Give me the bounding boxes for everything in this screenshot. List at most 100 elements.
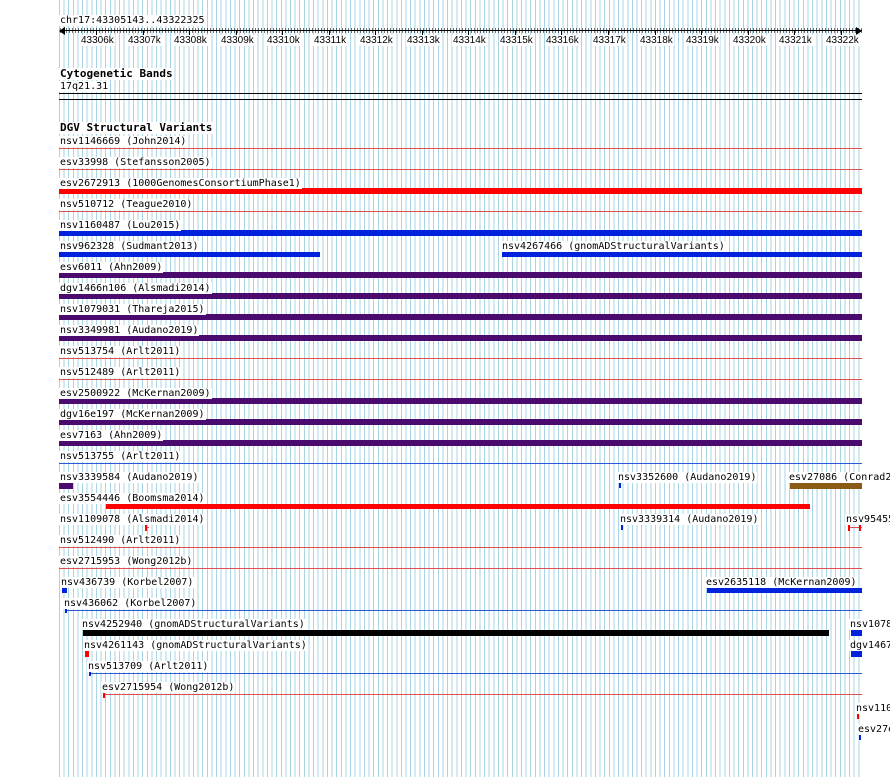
- variant-label[interactable]: nsv1079031 (Thareja2015): [59, 304, 206, 315]
- variant-label[interactable]: esv2715954 (Wong2012b): [101, 682, 236, 693]
- ruler-tick-label: 43320k: [732, 35, 767, 46]
- ruler-tick-label: 43318k: [639, 35, 674, 46]
- variant-label[interactable]: nsv4252940 (gnomADStructuralVariants): [81, 619, 306, 630]
- row-separator: [89, 673, 862, 674]
- variant-bar-gain[interactable]: [851, 651, 862, 657]
- variant-bar-gain[interactable]: [59, 252, 320, 257]
- ruler-tick-label: 43321k: [778, 35, 813, 46]
- variant-label[interactable]: nsv1160487 (Lou2015): [59, 220, 182, 231]
- variant-label[interactable]: nsv513754 (Arlt2011): [59, 346, 182, 357]
- ruler-tick-mark: [236, 31, 237, 35]
- variant-bar-complex[interactable]: [790, 483, 862, 489]
- genome-browser-view: chr17:43305143..43322325 43306k 43307k 4…: [0, 0, 890, 777]
- ruler-tick-label: 43312k: [359, 35, 394, 46]
- ruler-tick-label: 43311k: [313, 35, 348, 46]
- variant-label[interactable]: esv27086 (Conrad2: [788, 472, 890, 483]
- position-label: chr17:43305143..43322325: [59, 15, 206, 26]
- ruler-tick-mark: [794, 31, 795, 35]
- variant-label[interactable]: nsv3349981 (Audano2019): [59, 325, 200, 336]
- variant-label[interactable]: nsv512490 (Arlt2011): [59, 535, 182, 546]
- variant-bar-gain[interactable]: [619, 483, 621, 488]
- cytoband-label[interactable]: 17q21.31: [59, 81, 110, 92]
- variant-bar-loss[interactable]: [145, 524, 147, 531]
- ruler-tick-label: 43316k: [545, 35, 580, 46]
- variant-bar-gain[interactable]: [502, 252, 862, 257]
- ruler-tick-mark: [608, 31, 609, 35]
- ruler-tick-mark: [329, 31, 330, 35]
- variant-label[interactable]: esv7163 (Ahn2009): [59, 430, 164, 441]
- row-separator: [59, 463, 862, 464]
- variant-label[interactable]: esv33998 (Stefansson2005): [59, 157, 212, 168]
- row-separator: [59, 547, 862, 548]
- variant-label[interactable]: nsv512489 (Arlt2011): [59, 367, 182, 378]
- ruler-tick-mark: [561, 31, 562, 35]
- row-separator: [59, 358, 862, 359]
- variant-bar-both[interactable]: [59, 440, 862, 446]
- variant-label[interactable]: esv2500922 (McKernan2009): [59, 388, 212, 399]
- variant-bar-loss[interactable]: [848, 524, 850, 531]
- ruler-tick-mark: [748, 31, 749, 35]
- ruler-tick-mark: [468, 31, 469, 35]
- variant-label[interactable]: esv2715953 (Wong2012b): [59, 556, 194, 567]
- ruler-tick-mark: [282, 31, 283, 35]
- variant-label[interactable]: nsv962328 (Sudmant2013): [59, 241, 200, 252]
- ruler-line: [60, 30, 862, 31]
- cytoband-band-top: [59, 93, 862, 94]
- ruler-tick-label: 43313k: [406, 35, 441, 46]
- ruler-right-arrow-icon: [856, 27, 862, 35]
- ruler-tick-label: 43310k: [266, 35, 301, 46]
- ruler-tick-mark: [701, 31, 702, 35]
- variant-bar-gain[interactable]: [707, 588, 862, 593]
- variant-bar-gain[interactable]: [62, 588, 67, 593]
- variant-bar-both[interactable]: [59, 483, 73, 489]
- variant-label[interactable]: dgv1466n106 (Alsmadi2014): [59, 283, 212, 294]
- variant-bar-loss[interactable]: [859, 524, 861, 531]
- variant-label[interactable]: nsv3339584 (Audano2019): [59, 472, 200, 483]
- ruler-left-arrow-icon: [59, 27, 65, 35]
- variant-label[interactable]: nsv1109078 (Alsmadi2014): [59, 514, 206, 525]
- row-separator: [65, 610, 862, 611]
- variant-bar-inversion[interactable]: [83, 630, 829, 636]
- variant-bar-both[interactable]: [59, 272, 862, 278]
- ruler-tick-label: 43314k: [452, 35, 487, 46]
- variant-label[interactable]: esv2672913 (1000GenomesConsortiumPhase1): [59, 178, 302, 189]
- variant-label[interactable]: nsv3339314 (Audano2019): [619, 514, 760, 525]
- variant-label[interactable]: esv27e: [857, 724, 890, 735]
- ruler-tick-label: 43308k: [173, 35, 208, 46]
- row-separator: [59, 211, 862, 212]
- dgv-track-title[interactable]: DGV Structural Variants: [59, 122, 214, 134]
- row-separator: [59, 568, 862, 569]
- variant-label[interactable]: nsv4267466 (gnomADStructuralVariants): [501, 241, 726, 252]
- ruler-tick-mark: [422, 31, 423, 35]
- ruler-tick-mark: [96, 31, 97, 35]
- ruler-tick-mark: [143, 31, 144, 35]
- ruler-tick-mark: [515, 31, 516, 35]
- variant-label[interactable]: nsv436062 (Korbel2007): [63, 598, 198, 609]
- ruler-tick-label: 43322k: [825, 35, 860, 46]
- variant-label[interactable]: esv3554446 (Boomsma2014): [59, 493, 206, 504]
- variant-label[interactable]: nsv95455: [845, 514, 890, 525]
- variant-label[interactable]: nsv513709 (Arlt2011): [87, 661, 210, 672]
- variant-label[interactable]: dgv1467: [849, 640, 890, 651]
- row-separator: [103, 694, 862, 695]
- variant-label[interactable]: nsv1078: [849, 619, 890, 630]
- ruler-tick-mark: [841, 31, 842, 35]
- variant-label[interactable]: nsv510712 (Teague2010): [59, 199, 194, 210]
- variant-label[interactable]: esv2635118 (McKernan2009): [705, 577, 858, 588]
- variant-bar-loss[interactable]: [106, 504, 810, 509]
- variant-label[interactable]: dgv16e197 (McKernan2009): [59, 409, 206, 420]
- ruler-tick-mark: [655, 31, 656, 35]
- ruler-tick-label: 43319k: [685, 35, 720, 46]
- variant-label[interactable]: esv6011 (Ahn2009): [59, 262, 164, 273]
- variant-label[interactable]: nsv4261143 (gnomADStructuralVariants): [83, 640, 308, 651]
- variant-label[interactable]: nsv513755 (Arlt2011): [59, 451, 182, 462]
- variant-bar-gain[interactable]: [851, 630, 862, 636]
- ruler-tick-mark: [189, 31, 190, 35]
- row-separator: [59, 148, 862, 149]
- variant-label[interactable]: nsv436739 (Korbel2007): [60, 577, 195, 588]
- variant-bar-loss[interactable]: [85, 651, 89, 657]
- variant-label[interactable]: nsv1146669 (John2014): [59, 136, 188, 147]
- cytoband-track-title[interactable]: Cytogenetic Bands: [59, 68, 174, 80]
- variant-label[interactable]: nsv3352600 (Audano2019): [617, 472, 758, 483]
- variant-label[interactable]: nsv110: [855, 703, 890, 714]
